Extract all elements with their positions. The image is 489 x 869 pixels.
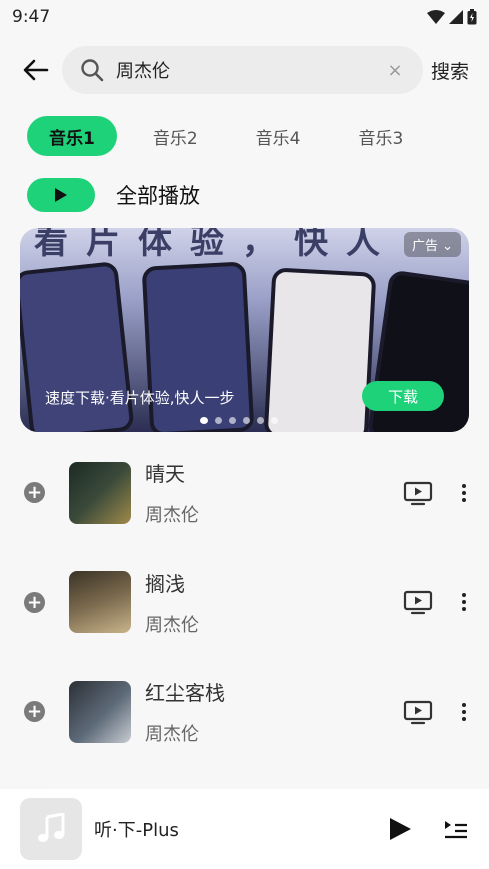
source-tabs: 音乐1 音乐2 音乐4 音乐3 [0, 106, 489, 166]
song-list: + 晴天 周杰伦 + 搁浅 周杰伦 + 红尘客栈 周杰伦 [0, 438, 489, 767]
song-row[interactable]: + 搁浅 周杰伦 [0, 548, 489, 658]
song-row[interactable]: + 红尘客栈 周杰伦 [0, 657, 489, 767]
tab-music-3[interactable]: 音乐3 [337, 116, 426, 156]
status-bar: 9:47 [0, 0, 489, 34]
add-to-playlist-button[interactable]: + [24, 701, 45, 723]
status-time: 9:47 [12, 7, 51, 27]
wifi-icon [427, 10, 445, 24]
playlist-icon[interactable] [443, 817, 469, 841]
tab-music-4[interactable]: 音乐4 [234, 116, 323, 156]
search-submit-button[interactable]: 搜索 [431, 57, 469, 84]
pagination-dot [215, 417, 222, 424]
add-to-playlist-button[interactable]: + [24, 482, 45, 504]
music-note-icon [38, 813, 65, 842]
song-artist: 周杰伦 [145, 505, 199, 527]
banner-caption: 速度下载·看片体验,快人一步 [45, 389, 235, 407]
album-cover [69, 571, 131, 634]
banner-headline: 看片体验，快人 [34, 228, 398, 262]
search-input[interactable] [116, 59, 383, 81]
album-cover [69, 680, 131, 743]
play-all-label[interactable]: 全部播放 [116, 180, 200, 210]
status-icons [427, 9, 477, 25]
banner-pagination [200, 417, 278, 424]
ad-tag-label: 广告 [411, 239, 438, 254]
arrow-left-icon [23, 59, 49, 81]
pagination-dot [200, 417, 208, 424]
pagination-dot [229, 417, 236, 424]
mv-icon[interactable] [403, 480, 433, 506]
play-icon[interactable] [387, 816, 413, 842]
ad-tag[interactable]: 广告 ⌄ [403, 232, 461, 257]
song-artist: 周杰伦 [145, 724, 199, 746]
search-icon [81, 59, 104, 82]
battery-icon [467, 9, 477, 25]
song-title: 红尘客栈 [145, 681, 225, 706]
song-row[interactable]: + 晴天 周杰伦 [0, 438, 489, 548]
mv-icon[interactable] [403, 589, 433, 615]
banner-download-button[interactable]: 下载 [362, 381, 444, 411]
tab-music-2[interactable]: 音乐2 [131, 116, 220, 156]
more-options-button[interactable] [459, 593, 469, 612]
song-title: 搁浅 [145, 571, 185, 596]
chevron-down-icon: ⌄ [442, 239, 453, 254]
album-cover [69, 461, 131, 524]
mv-icon[interactable] [403, 699, 433, 725]
more-options-button[interactable] [459, 702, 469, 721]
search-box[interactable]: × [62, 46, 423, 94]
clear-search-button[interactable]: × [383, 60, 407, 81]
search-row: × 搜索 [0, 34, 489, 106]
add-to-playlist-button[interactable]: + [24, 591, 45, 613]
pagination-dot [243, 417, 250, 424]
ad-banner[interactable]: 看片体验，快人 广告 ⌄ 速度下载·看片体验,快人一步 下载 [20, 228, 469, 432]
play-icon [55, 188, 67, 202]
song-artist: 周杰伦 [145, 614, 199, 636]
play-all-button[interactable] [27, 178, 95, 212]
more-options-button[interactable] [459, 483, 469, 502]
signal-icon [449, 10, 463, 24]
play-all-row: 全部播放 [0, 166, 489, 224]
song-info: 搁浅 周杰伦 [145, 568, 403, 637]
back-button[interactable] [18, 52, 54, 88]
player-cover [20, 798, 82, 860]
song-title: 晴天 [145, 462, 185, 487]
pagination-dot [271, 417, 278, 424]
mini-player[interactable]: 听·下-Plus [0, 789, 489, 869]
player-title: 听·下-Plus [94, 820, 179, 841]
tab-music-1[interactable]: 音乐1 [27, 116, 117, 156]
song-info: 红尘客栈 周杰伦 [145, 677, 403, 746]
banner-phone-3 [263, 267, 377, 432]
pagination-dot [257, 417, 264, 424]
song-info: 晴天 周杰伦 [145, 458, 403, 527]
